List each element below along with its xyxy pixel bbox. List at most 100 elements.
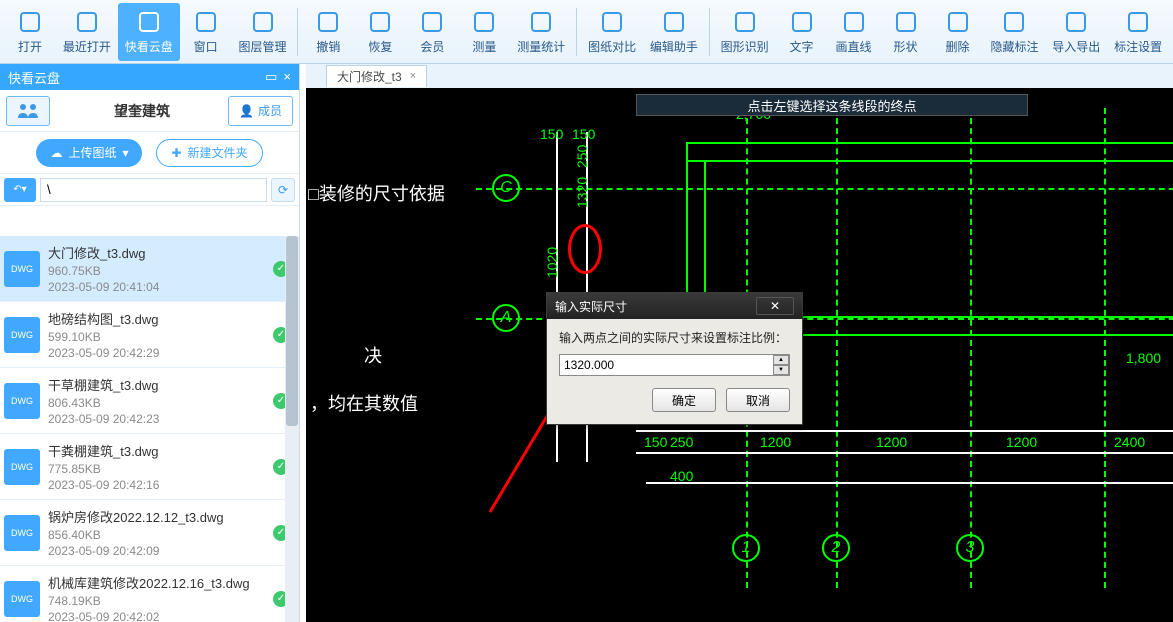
document-tab[interactable]: 大门修改_t3 × xyxy=(326,65,427,87)
file-size: 775.85KB xyxy=(48,462,273,476)
ribbon-compare[interactable]: 图纸对比 xyxy=(581,3,643,61)
tab-label: 大门修改_t3 xyxy=(337,68,402,85)
io-icon xyxy=(1062,8,1090,36)
upload-label: 上传图纸 xyxy=(68,144,116,161)
settings-icon xyxy=(1124,8,1152,36)
file-date: 2023-05-09 20:42:02 xyxy=(48,610,273,622)
path-input[interactable] xyxy=(40,178,267,202)
ribbon-layers[interactable]: 图层管理 xyxy=(232,3,294,61)
ribbon-delete[interactable]: 删除 xyxy=(932,3,984,61)
layers-icon xyxy=(249,8,277,36)
ribbon-text[interactable]: 文字 xyxy=(776,3,828,61)
ribbon-label: 测量统计 xyxy=(517,38,565,55)
recent-icon xyxy=(73,8,101,36)
file-item[interactable]: DWG大门修改_t3.dwg960.75KB2023-05-09 20:41:0… xyxy=(0,236,299,302)
ribbon-assist[interactable]: 编辑助手 xyxy=(643,3,705,61)
spinner-up-icon[interactable]: ▲ xyxy=(773,355,789,365)
upload-button[interactable]: ☁ 上传图纸 ▾ xyxy=(36,139,142,167)
line-icon xyxy=(840,8,868,36)
org-row: 望奎建筑 👤 成员 xyxy=(0,90,299,132)
file-item[interactable]: DWG地磅结构图_t3.dwg599.10KB2023-05-09 20:42:… xyxy=(0,302,299,368)
ribbon-cloud[interactable]: 快看云盘 xyxy=(118,3,180,61)
dim-text: 1200 xyxy=(760,434,791,450)
redo-icon xyxy=(366,8,394,36)
dialog-title: 输入实际尺寸 xyxy=(555,298,627,315)
member-button[interactable]: 👤 成员 xyxy=(228,96,293,126)
file-size: 856.40KB xyxy=(48,528,273,542)
assist-icon xyxy=(660,8,688,36)
hint-bar: 点击左键选择这条线段的终点 xyxy=(636,94,1028,116)
ribbon-folder[interactable]: 打开 xyxy=(4,3,56,61)
cancel-button[interactable]: 取消 xyxy=(726,388,790,412)
dialog-close-icon[interactable]: ✕ xyxy=(756,297,794,315)
cloud-panel: 快看云盘 ▭ × 望奎建筑 👤 成员 ☁ 上传图纸 ▾ ✚ 新建文件夹 ↶▾ ⟳… xyxy=(0,64,300,622)
wall-line xyxy=(686,142,1173,144)
dimension-input[interactable] xyxy=(559,354,790,376)
ok-button[interactable]: 确定 xyxy=(652,388,716,412)
person-icon: 👤 xyxy=(239,104,254,118)
ribbon-label: 画直线 xyxy=(836,38,872,55)
file-date: 2023-05-09 20:42:09 xyxy=(48,544,273,558)
grid-bubble: 3 xyxy=(956,534,984,562)
file-name: 锅炉房修改2022.12.12_t3.dwg xyxy=(48,507,273,526)
ribbon-io[interactable]: 导入导出 xyxy=(1045,3,1107,61)
file-item[interactable]: DWG干草棚建筑_t3.dwg806.43KB2023-05-09 20:42:… xyxy=(0,368,299,434)
ribbon-label: 恢复 xyxy=(368,38,392,55)
member-label: 成员 xyxy=(258,102,282,119)
compare-icon xyxy=(598,8,626,36)
ribbon-label: 导入导出 xyxy=(1052,38,1100,55)
ribbon-stats[interactable]: 测量统计 xyxy=(510,3,572,61)
hint-text: 点击左键选择这条线段的终点 xyxy=(747,96,916,115)
ribbon-recent[interactable]: 最近打开 xyxy=(56,3,118,61)
ribbon-label: 打开 xyxy=(18,38,42,55)
folder-icon xyxy=(16,8,44,36)
path-row: ↶▾ ⟳ xyxy=(0,174,299,206)
stats-icon xyxy=(527,8,555,36)
dialog-body: 输入两点之间的实际尺寸来设置标注比例： ▲▼ 确定 取消 xyxy=(547,319,802,424)
scrollbar-track[interactable] xyxy=(285,236,299,622)
file-size: 748.19KB xyxy=(48,594,273,608)
dwg-icon: DWG xyxy=(4,515,40,551)
panel-close-icon[interactable]: × xyxy=(283,69,291,85)
canvas-text: 决 xyxy=(364,342,382,368)
ribbon-recognize[interactable]: 图形识别 xyxy=(714,3,776,61)
close-tab-icon[interactable]: × xyxy=(410,70,422,82)
dim-line xyxy=(636,452,1173,454)
dwg-icon: DWG xyxy=(4,383,40,419)
grid-line xyxy=(970,108,972,588)
grid-line xyxy=(1104,108,1106,588)
file-size: 806.43KB xyxy=(48,396,273,410)
file-item[interactable]: DWG干粪棚建筑_t3.dwg775.85KB2023-05-09 20:42:… xyxy=(0,434,299,500)
dialog-title-bar[interactable]: 输入实际尺寸 ✕ xyxy=(547,293,802,319)
spinner[interactable]: ▲▼ xyxy=(773,355,789,375)
refresh-button[interactable]: ⟳ xyxy=(271,178,295,202)
spinner-down-icon[interactable]: ▼ xyxy=(773,365,789,375)
ribbon-window[interactable]: 窗口 xyxy=(180,3,232,61)
ribbon-shape[interactable]: 形状 xyxy=(880,3,932,61)
dim-line xyxy=(646,482,1173,484)
ribbon-label: 快看云盘 xyxy=(125,38,173,55)
ribbon-vip[interactable]: 会员 xyxy=(406,3,458,61)
dim-text: 1200 xyxy=(1006,434,1037,450)
ribbon-measure[interactable]: 测量 xyxy=(458,3,510,61)
new-folder-button[interactable]: ✚ 新建文件夹 xyxy=(156,139,262,167)
file-list: DWG大门修改_t3.dwg960.75KB2023-05-09 20:41:0… xyxy=(0,236,299,622)
panel-pin-icon[interactable]: ▭ xyxy=(265,69,277,85)
file-item[interactable]: DWG机械库建筑修改2022.12.16_t3.dwg748.19KB2023-… xyxy=(0,566,299,622)
file-name: 大门修改_t3.dwg xyxy=(48,243,273,262)
ribbon-hide[interactable]: 隐藏标注 xyxy=(984,3,1046,61)
ribbon-label: 形状 xyxy=(894,38,918,55)
ribbon-label: 图层管理 xyxy=(239,38,287,55)
ribbon-redo[interactable]: 恢复 xyxy=(354,3,406,61)
ribbon-line[interactable]: 画直线 xyxy=(828,3,880,61)
dialog-label: 输入两点之间的实际尺寸来设置标注比例： xyxy=(559,329,790,346)
back-dropdown[interactable]: ↶▾ xyxy=(4,178,36,202)
file-item[interactable]: DWG 锅炉房修改2022.12.12_t3.dwg 856.40KB 2023-05… xyxy=(0,500,299,566)
org-icon[interactable] xyxy=(6,96,50,126)
file-size: 960.75KB xyxy=(48,264,273,278)
ribbon-settings[interactable]: 标注设置 xyxy=(1107,3,1169,61)
ribbon-label: 文字 xyxy=(790,38,814,55)
ribbon-undo[interactable]: 撤销 xyxy=(302,3,354,61)
scrollbar-thumb[interactable] xyxy=(286,236,298,426)
file-date: 2023-05-09 20:42:29 xyxy=(48,346,273,360)
